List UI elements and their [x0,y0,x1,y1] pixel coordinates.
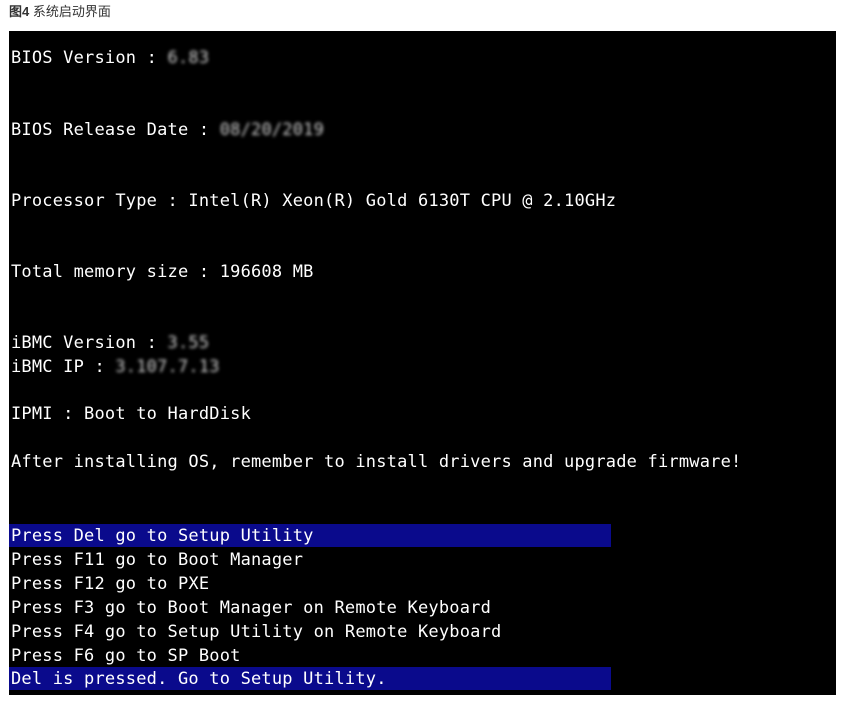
bios-release-date-value: 08/20/2019 [219,120,325,140]
ibmc-version-value: 3.55 [167,333,210,353]
ibmc-ip-label: iBMC IP : [11,357,116,377]
total-memory-line: Total memory size : 196608 MB [11,262,314,282]
ibmc-version-label: iBMC Version : [11,333,168,353]
menu-item-setup-utility[interactable]: Press Del go to Setup Utility [11,525,314,547]
ibmc-ip-value: 3.107.7.13 [115,357,220,377]
menu-item-boot-manager[interactable]: Press F11 go to Boot Manager [11,549,303,571]
bios-version-label: BIOS Version : [11,48,168,68]
processor-type-line: Processor Type : Intel(R) Xeon(R) Gold 6… [11,191,617,211]
bios-version-line: BIOS Version : 6.83 [11,47,209,69]
bios-release-date-line: BIOS Release Date : 08/20/2019 [11,119,324,141]
ibmc-version-line: iBMC Version : 3.55 [11,332,209,354]
bios-release-date-label: BIOS Release Date : [11,120,220,140]
bios-version-value: 6.83 [167,48,210,68]
boot-screen: BIOS Version : 6.83 BIOS Release Date : … [9,31,836,695]
figure-caption: 图4 系统启动界面 [9,3,111,21]
figure-label: 图4 [9,4,30,19]
ibmc-ip-line: iBMC IP : 3.107.7.13 [11,356,220,378]
menu-item-pxe[interactable]: Press F12 go to PXE [11,573,209,595]
ipmi-line: IPMI : Boot to HardDisk [11,404,252,424]
menu-item-remote-setup-utility[interactable]: Press F4 go to Setup Utility on Remote K… [11,621,501,643]
menu-item-remote-boot-manager[interactable]: Press F3 go to Boot Manager on Remote Ke… [11,597,491,619]
status-line: Del is pressed. Go to Setup Utility. [11,669,387,689]
menu-item-sp-boot[interactable]: Press F6 go to SP Boot [11,645,241,667]
notice-line: After installing OS, remember to install… [11,452,742,472]
figure-title: 系统启动界面 [32,4,111,19]
